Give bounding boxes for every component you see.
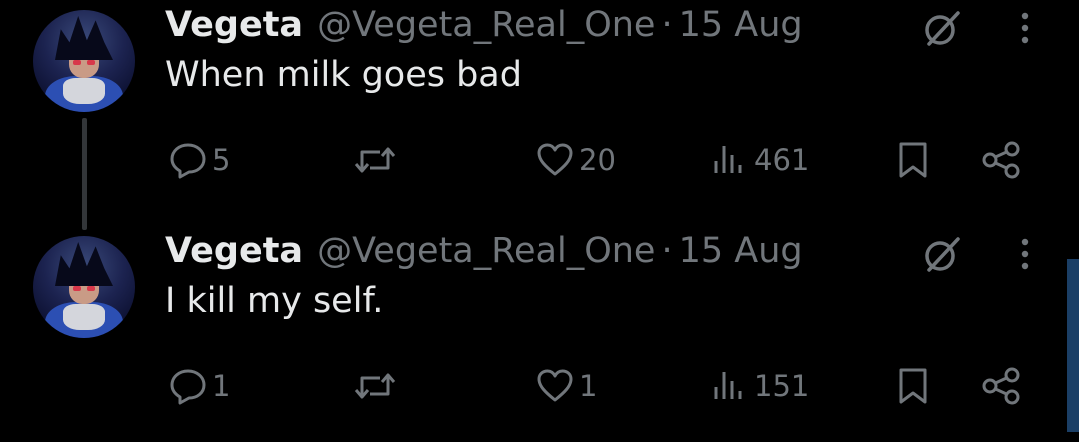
scrollbar[interactable] [1067,259,1079,432]
separator-dot: · [661,231,673,271]
more-icon[interactable] [1012,236,1038,276]
bookmark-icon [893,140,933,180]
like-button[interactable]: 1 [535,364,597,408]
tweet-header: Vegeta @Vegeta_Real_One · 15 Aug [165,228,803,274]
action-bar: 5 20 461 [0,138,1079,182]
tweet[interactable]: Vegeta @Vegeta_Real_One · 15 Aug I kill … [0,226,1079,442]
views-count: 151 [754,369,810,403]
share-button[interactable] [980,138,1024,182]
share-button[interactable] [980,364,1024,408]
like-count: 20 [579,143,616,177]
avatar-eye [87,286,95,291]
reply-count: 1 [212,369,231,403]
bookmark-button[interactable] [893,364,933,408]
reply-button[interactable]: 5 [168,138,230,182]
retweet-button[interactable] [352,138,402,182]
like-count: 1 [579,369,598,403]
share-icon [980,366,1024,406]
tweet[interactable]: Vegeta @Vegeta_Real_One · 15 Aug When mi… [0,0,1079,230]
tweet-text: I kill my self. [165,281,384,321]
grok-icon[interactable] [920,8,964,48]
retweet-icon [352,366,398,406]
author-handle[interactable]: @Vegeta_Real_One [317,231,655,271]
avatar-hair [55,242,113,286]
avatar-eye [87,60,95,65]
reply-count: 5 [212,143,231,177]
views-icon [710,366,750,406]
bookmark-button[interactable] [893,138,933,182]
avatar-armor [63,78,105,104]
tweet-date[interactable]: 15 Aug [679,5,803,45]
reply-icon [168,140,208,180]
reply-icon [168,366,208,406]
grok-icon[interactable] [920,234,964,274]
action-bar: 1 1 151 [0,364,1079,408]
more-icon[interactable] [1012,10,1038,50]
reply-button[interactable]: 1 [168,364,230,408]
avatar-hair [55,16,113,60]
tweet-text: When milk goes bad [165,55,522,95]
views-count: 461 [754,143,810,177]
share-icon [980,140,1024,180]
like-icon [535,140,575,180]
tweet-date[interactable]: 15 Aug [679,231,803,271]
retweet-button[interactable] [352,364,402,408]
views-icon [710,140,750,180]
tweet-header: Vegeta @Vegeta_Real_One · 15 Aug [165,2,803,48]
avatar[interactable] [33,236,135,338]
views-button[interactable]: 151 [710,364,809,408]
avatar-eye [73,286,81,291]
like-button[interactable]: 20 [535,138,616,182]
avatar[interactable] [33,10,135,112]
avatar-eye [73,60,81,65]
avatar-armor [63,304,105,330]
author-handle[interactable]: @Vegeta_Real_One [317,5,655,45]
author-name[interactable]: Vegeta [165,231,303,271]
author-name[interactable]: Vegeta [165,5,303,45]
views-button[interactable]: 461 [710,138,809,182]
bookmark-icon [893,366,933,406]
retweet-icon [352,140,398,180]
like-icon [535,366,575,406]
separator-dot: · [661,5,673,45]
